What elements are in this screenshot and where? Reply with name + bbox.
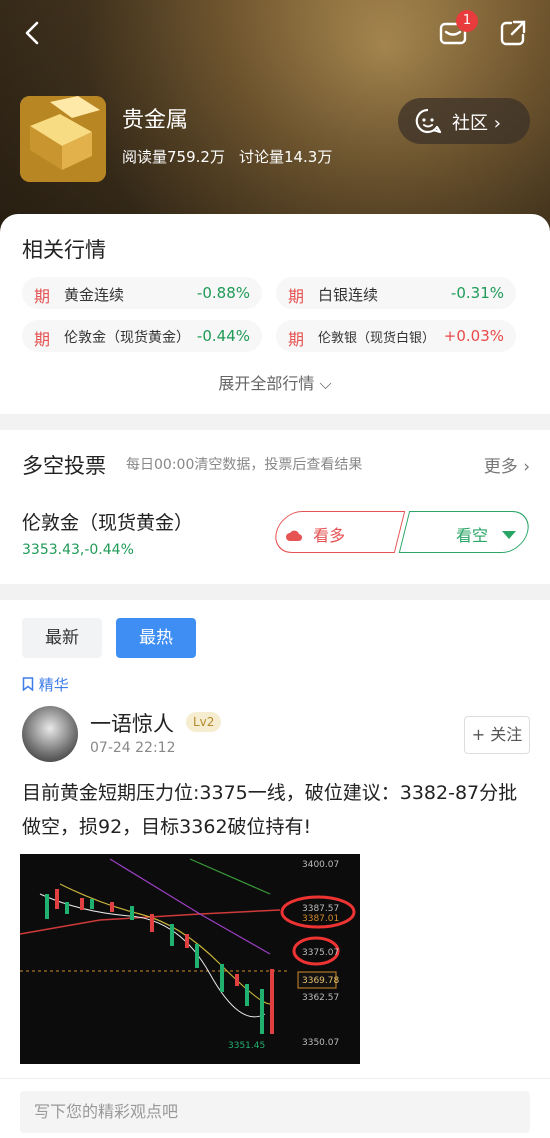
chart-price-label: 3387.57 [302,904,339,914]
discuss-count: 讨论量14.3万 [238,148,333,166]
chart-price-label: 3350.07 [302,1038,339,1048]
tab-latest[interactable]: 最新 [22,618,102,658]
chart-price-label: 3400.07 [302,860,339,870]
vote-card: 多空投票 每日00:00清空数据，投票后查看结果 更多 › 伦敦金（现货黄金） … [0,430,550,584]
quote-name: 白银连续 [318,286,379,304]
user-name[interactable]: 一语惊人 [90,708,174,738]
quote-item[interactable]: 期 伦敦金（现货黄金） -0.44% [22,320,262,352]
level-badge: Lv2 [186,712,222,732]
expand-all-button[interactable]: 展开全部行情 ⌵ [0,370,550,394]
topic-thumbnail [20,96,106,182]
bear-label-group: 看空 [456,522,517,546]
chart-price-label: 3387.01 [302,914,339,924]
quote-name: 黄金连续 [64,286,125,304]
back-icon[interactable] [18,18,48,48]
bookmark-icon [22,677,34,692]
chart-price-label: 3375.07 [302,948,339,958]
futures-tag: 期 [34,330,51,349]
chart-price-label: 3362.57 [302,993,339,1003]
share-icon[interactable] [498,18,528,48]
futures-tag: 期 [34,287,51,306]
asset-name: 伦敦金（现货黄金） [22,512,194,534]
post-text: 目前黄金短期压力位:3375一线，破位建议：3382-87分批做空，损92，目标… [22,782,518,838]
bear-label: 看空 [456,526,489,545]
read-count: 阅读量759.2万 [122,148,225,166]
quote-item[interactable]: 期 白银连续 -0.31% [276,277,516,309]
chart-price-label: 3369.78 [302,976,339,986]
quote-change: -0.44% [196,327,250,345]
comment-input[interactable]: 写下您的精彩观点吧 [20,1091,530,1133]
topic-title: 贵金属 [122,108,189,133]
futures-tag: 期 [288,287,305,306]
essence-label: 精华 [38,676,69,694]
chat-bubble-icon [414,107,442,135]
essence-tag[interactable]: 精华 [22,674,69,695]
asset-price: 3353.43,-0.44% [22,542,134,558]
quote-change: +0.03% [443,327,504,345]
post-time: 07-24 22:12 [90,740,176,756]
more-link[interactable]: 更多 › [484,452,530,477]
message-badge: 1 [456,10,478,32]
community-button[interactable]: 社区 › [398,98,530,144]
quote-change: -0.88% [196,284,250,302]
quote-name: 伦敦银（现货白银） [318,331,436,346]
topic-stats: 阅读量759.2万 讨论量14.3万 [122,146,346,167]
follow-button[interactable]: + 关注 [464,716,530,754]
cloud-up-icon [286,527,303,542]
avatar[interactable] [22,706,78,762]
top-bar: 1 [0,10,550,54]
chart-price-label: 3351.45 [228,1041,265,1051]
related-market-card: 相关行情 期 黄金连续 -0.88% 期 白银连续 -0.31% 期 伦敦金（现… [0,214,550,414]
section-title: 相关行情 [22,238,106,262]
comment-bar: 写下您的精彩观点吧 [0,1078,550,1138]
quote-name: 伦敦金（现货黄金） [64,330,190,346]
quote-item[interactable]: 期 伦敦银（现货白银） +0.03% [276,320,516,352]
futures-tag: 期 [288,330,305,349]
bull-label: 看多 [313,526,346,545]
post-feed-card: 最新 最热 精华 一语惊人 Lv2 07-24 22:12 + 关注 目前黄金短… [0,600,550,1078]
quote-item[interactable]: 期 黄金连续 -0.88% [22,277,262,309]
post-chart-image[interactable]: 3400.07 3387.57 3387.01 3375.07 3369.78 … [19,854,360,1064]
quote-change: -0.31% [450,284,504,302]
tab-hot[interactable]: 最热 [116,618,196,658]
vote-subtitle: 每日00:00清空数据，投票后查看结果 [126,457,363,473]
community-label: 社区 › [452,113,501,134]
bull-label-group: 看多 [286,522,345,546]
triangle-down-icon [501,525,517,539]
section-title: 多空投票 [22,454,106,478]
